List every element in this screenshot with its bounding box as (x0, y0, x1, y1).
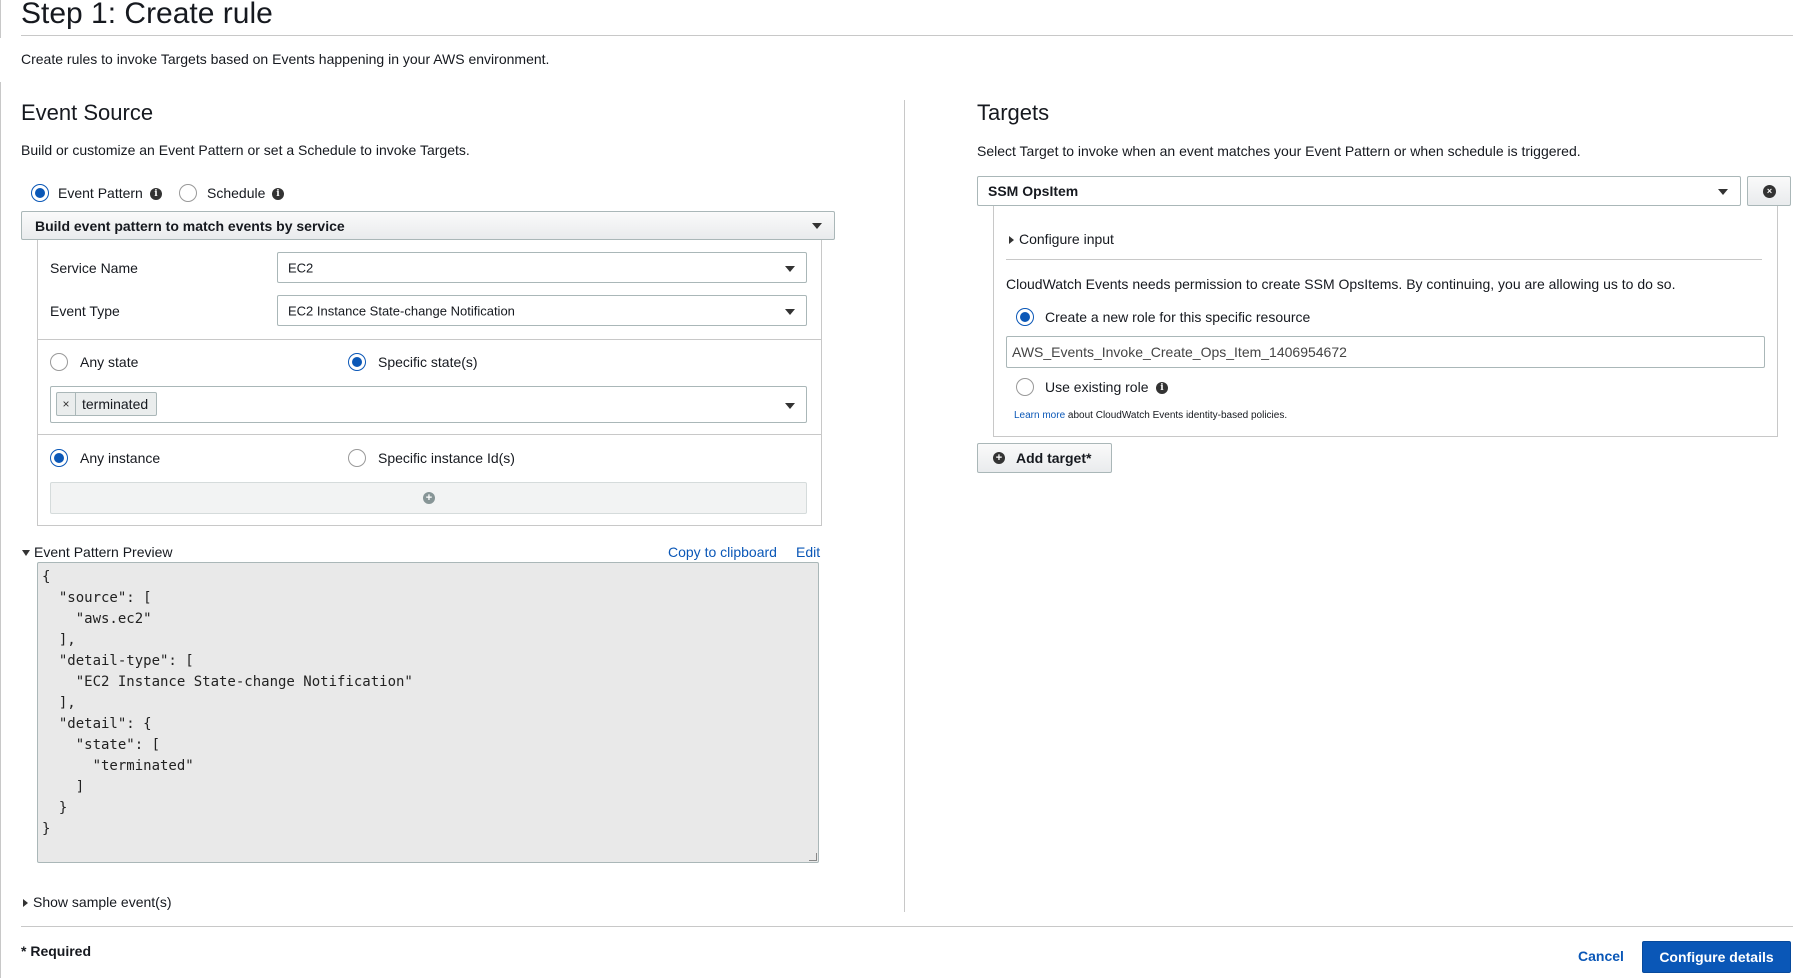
service-name-select[interactable]: EC2 (277, 252, 807, 283)
specific-instance-label[interactable]: Specific instance Id(s) (378, 450, 515, 466)
chevron-down-icon (1718, 189, 1728, 195)
specific-state-radio[interactable] (348, 353, 366, 371)
learn-more-suffix: about CloudWatch Events identity-based p… (1067, 410, 1288, 421)
info-icon[interactable]: i (1156, 382, 1168, 394)
event-pattern-preview[interactable]: { "source": [ "aws.ec2" ], "detail-type"… (37, 562, 819, 863)
divider (1006, 259, 1762, 260)
info-icon[interactable]: i (272, 188, 284, 200)
event-pattern-label[interactable]: Event Pattern (58, 185, 143, 201)
state-token-label: terminated (82, 396, 149, 412)
schedule-label[interactable]: Schedule (207, 185, 265, 201)
event-pattern-radio[interactable] (31, 184, 49, 202)
plus-circle-icon: + (993, 452, 1005, 464)
cancel-button[interactable]: Cancel (1578, 948, 1624, 964)
plus-circle-icon: + (423, 492, 435, 504)
title-divider (21, 35, 1793, 36)
event-type-label: Event Type (50, 303, 120, 319)
create-new-role-label[interactable]: Create a new role for this specific reso… (1045, 309, 1310, 325)
footer-divider (21, 926, 1793, 927)
any-state-label[interactable]: Any state (80, 354, 138, 370)
event-type-select[interactable]: EC2 Instance State-change Notification (277, 295, 807, 326)
left-edge-rule (0, 82, 1, 978)
learn-more-row: Learn more about CloudWatch Events ident… (1014, 410, 1287, 421)
configure-input-label: Configure input (1019, 231, 1114, 247)
chevron-down-icon (785, 266, 795, 272)
role-name-input[interactable] (1007, 337, 1764, 367)
event-pattern-preview-toggle[interactable]: Event Pattern Preview (22, 544, 173, 560)
event-type-value: EC2 Instance State-change Notification (288, 303, 515, 318)
pattern-builder-select[interactable]: Build event pattern to match events by s… (21, 211, 835, 240)
state-multiselect[interactable] (50, 386, 807, 423)
left-edge-rule-top (0, 0, 1, 38)
any-instance-radio[interactable] (50, 449, 68, 467)
target-type-value: SSM OpsItem (988, 183, 1079, 199)
specific-instance-radio[interactable] (348, 449, 366, 467)
page-title: Step 1: Create rule (21, 0, 273, 30)
service-name-label: Service Name (50, 260, 138, 276)
remove-target-button[interactable]: × (1747, 176, 1791, 206)
targets-title: Targets (977, 100, 1050, 125)
chevron-down-icon (785, 403, 795, 409)
close-circle-icon: × (1763, 185, 1776, 198)
column-divider (904, 100, 905, 912)
target-type-select[interactable]: SSM OpsItem (977, 176, 1741, 206)
caret-down-icon (22, 550, 30, 557)
show-sample-events-toggle[interactable]: Show sample event(s) (23, 894, 172, 910)
configure-input-toggle[interactable]: Configure input (1009, 231, 1114, 247)
use-existing-role-label[interactable]: Use existing role (1045, 379, 1149, 395)
create-new-role-radio[interactable] (1016, 308, 1034, 326)
event-pattern-json: { "source": [ "aws.ec2" ], "detail-type"… (42, 569, 413, 837)
token-remove-icon[interactable]: × (57, 393, 76, 415)
add-target-button[interactable]: + Add target* (977, 443, 1112, 473)
add-target-label: Add target* (1016, 450, 1092, 466)
divider (38, 434, 821, 435)
schedule-radio[interactable] (179, 184, 197, 202)
caret-right-icon (23, 899, 28, 908)
chevron-down-icon (785, 309, 795, 315)
add-instance-button[interactable]: + (50, 482, 807, 514)
role-name-field[interactable] (1006, 336, 1765, 368)
copy-to-clipboard-link[interactable]: Copy to clipboard (668, 544, 777, 560)
resize-handle[interactable] (809, 853, 817, 861)
configure-details-button[interactable]: Configure details (1642, 941, 1791, 973)
permission-text: CloudWatch Events needs permission to cr… (1006, 276, 1676, 292)
service-name-value: EC2 (288, 260, 314, 275)
edit-link[interactable]: Edit (796, 544, 820, 560)
targets-description: Select Target to invoke when an event ma… (977, 143, 1581, 159)
any-instance-label[interactable]: Any instance (80, 450, 160, 466)
caret-right-icon (1009, 236, 1014, 245)
state-token: × terminated (56, 392, 158, 416)
event-source-description: Build or customize an Event Pattern or s… (21, 142, 470, 158)
use-existing-role-radio[interactable] (1016, 378, 1034, 396)
specific-state-label[interactable]: Specific state(s) (378, 354, 478, 370)
event-source-title: Event Source (21, 100, 154, 125)
any-state-radio[interactable] (50, 353, 68, 371)
page-description: Create rules to invoke Targets based on … (21, 51, 550, 67)
divider (38, 339, 821, 340)
learn-more-link[interactable]: Learn more (1014, 410, 1065, 421)
chevron-down-icon (812, 223, 822, 229)
required-note: * Required (21, 943, 92, 959)
pattern-builder-value: Build event pattern to match events by s… (35, 218, 345, 234)
info-icon[interactable]: i (150, 188, 162, 200)
event-pattern-preview-label: Event Pattern Preview (34, 544, 173, 560)
show-sample-events-label: Show sample event(s) (33, 894, 172, 910)
